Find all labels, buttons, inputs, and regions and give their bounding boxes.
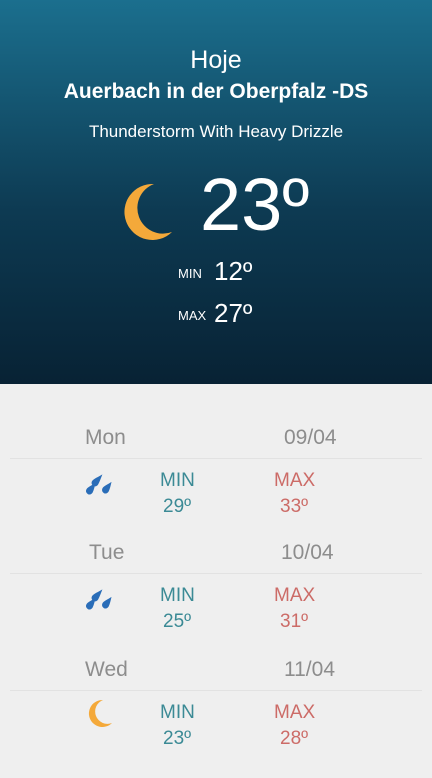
min-label: MIN <box>178 266 202 281</box>
current-min: MIN 12º <box>178 256 252 287</box>
divider <box>10 690 422 691</box>
forecast-max-value: 33º <box>280 496 309 517</box>
forecast-min-label: MIN <box>160 470 195 491</box>
forecast-day-name: Tue <box>89 541 125 564</box>
forecast-date: 10/04 <box>281 541 334 564</box>
min-value: 12º <box>214 256 253 286</box>
forecast-date: 09/04 <box>284 426 337 449</box>
day-label: Hoje <box>190 46 242 74</box>
forecast-day-name: Wed <box>85 658 128 681</box>
moon-icon <box>88 699 112 727</box>
rain-drops-icon <box>86 589 112 610</box>
forecast-date: 11/04 <box>284 658 335 681</box>
current-max: MAX 27º <box>178 298 252 329</box>
max-label: MAX <box>178 308 207 323</box>
current-temperature: 23º <box>200 163 310 246</box>
max-value: 27º <box>214 298 253 328</box>
forecast-max-label: MAX <box>274 585 316 606</box>
weather-condition: Thunderstorm With Heavy Drizzle <box>88 122 344 141</box>
forecast-day[interactable]: Mon 09/04 MIN 29º MAX 33º <box>0 426 432 546</box>
divider <box>10 573 422 574</box>
forecast-min-label: MIN <box>160 702 195 723</box>
forecast-min-value: 29º <box>163 496 192 517</box>
forecast-min-value: 25º <box>163 611 192 632</box>
forecast-day[interactable]: Wed 11/04 MIN 23º MAX 28º <box>0 658 432 778</box>
forecast-day[interactable]: Tue 10/04 MIN 25º MAX 31º <box>0 541 432 661</box>
current-weather-header: Hoje Auerbach in der Oberpfalz -DS Thund… <box>0 0 432 384</box>
rain-drops-icon <box>86 474 112 495</box>
forecast-max-label: MAX <box>274 470 316 491</box>
forecast-max-value: 28º <box>280 728 309 749</box>
forecast-max-label: MAX <box>274 702 316 723</box>
city-name: Auerbach in der Oberpfalz -DS <box>63 80 369 103</box>
forecast-min-value: 23º <box>163 728 192 749</box>
forecast-max-value: 31º <box>280 611 309 632</box>
forecast-list[interactable]: Mon 09/04 MIN 29º MAX 33º Tue 10/04 MIN … <box>0 384 432 768</box>
forecast-day-name: Mon <box>85 426 126 449</box>
divider <box>10 458 422 459</box>
forecast-min-label: MIN <box>160 585 195 606</box>
moon-icon <box>124 183 172 240</box>
